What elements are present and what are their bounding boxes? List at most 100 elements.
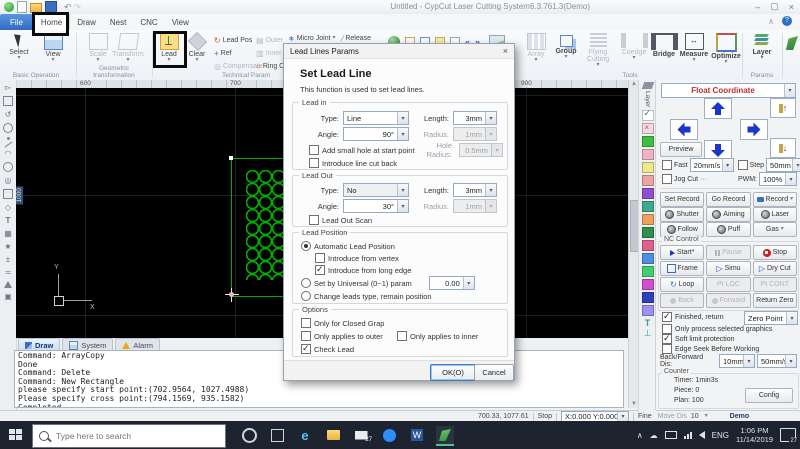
lead-button[interactable]: Lead▾ [156, 32, 182, 63]
fast-speed-combo[interactable]: 20mm/s▾ [690, 158, 734, 172]
jog-cut-checkbox[interactable] [662, 174, 672, 184]
step-combo[interactable]: 50mm▾ [766, 158, 800, 172]
open-folder-icon[interactable] [30, 3, 42, 13]
line-tool-icon[interactable] [4, 142, 12, 148]
pwm-combo[interactable]: 100%▾ [759, 172, 797, 186]
release-button[interactable]: ∕Release [342, 33, 371, 43]
layer-delete-checkbox[interactable]: × [642, 123, 654, 134]
z-down-button[interactable]: ↓ [770, 138, 796, 158]
tab-draw[interactable]: Draw [70, 14, 103, 30]
layer-color-swatch[interactable] [642, 136, 654, 147]
onedrive-icon[interactable]: ☁ [650, 431, 658, 440]
point-tool-icon[interactable] [7, 137, 10, 140]
universal-param-combo[interactable]: 0.00▾ [429, 276, 475, 290]
cortana-icon[interactable] [240, 426, 258, 444]
status-fine[interactable]: Fine [638, 413, 652, 420]
lead-in-type-combo[interactable]: Line▾ [343, 111, 409, 125]
flying-cutting-button[interactable]: Flying Cutting▾ [580, 32, 616, 68]
ok-button[interactable]: OK(O) [430, 364, 476, 381]
zoom-app-icon[interactable] [380, 426, 398, 444]
cypcut-taskbar-icon[interactable] [436, 426, 454, 446]
collapse-ribbon-icon[interactable]: ∧ [768, 17, 774, 26]
array-button[interactable]: Array▾ [520, 32, 552, 63]
record-button[interactable]: Record▾ [753, 192, 797, 207]
soft-limit-option[interactable]: Soft limit protection [662, 334, 735, 344]
z-up-button[interactable]: ↑ [770, 98, 796, 118]
file-explorer-icon[interactable] [324, 426, 342, 444]
universal-param-radio[interactable] [301, 278, 311, 288]
layer-button[interactable]: Layer▾ [746, 32, 778, 61]
line-cutback-checkbox[interactable] [309, 158, 319, 168]
step-checkbox[interactable] [738, 160, 748, 170]
outer-button[interactable]: ▤Outer [256, 35, 283, 45]
soft-limit-checkbox[interactable] [662, 334, 672, 344]
preview-button[interactable]: Preview [660, 142, 702, 157]
pt-cont-button[interactable]: Pt CONT [753, 277, 797, 292]
tab-cnc[interactable]: CNC [133, 14, 164, 30]
shutter-button[interactable]: Shutter [660, 207, 704, 222]
edge-seek-checkbox[interactable] [662, 344, 672, 354]
only-selected-option[interactable]: Only process selected graphics [662, 324, 772, 334]
lead-in-angle-combo[interactable]: 90°▾ [343, 127, 409, 141]
simu-button[interactable]: ▷Simu [706, 261, 750, 276]
transform-button[interactable]: Transform▾ [108, 32, 148, 63]
layer-color-swatch[interactable] [642, 149, 654, 160]
layer-color-swatch[interactable] [642, 253, 654, 264]
restore-button[interactable]: ▢ [770, 1, 779, 12]
arc-tool-icon[interactable]: ◠ [4, 149, 13, 158]
applies-inner-checkbox[interactable] [397, 331, 407, 341]
minimize-button[interactable]: – [755, 2, 760, 12]
set-record-button[interactable]: Set Record [660, 192, 704, 207]
dry-cut-button[interactable]: ▷Dry Cut [753, 261, 797, 276]
grid-tool-icon[interactable]: ▦ [4, 229, 13, 238]
layer-color-swatch[interactable] [642, 214, 654, 225]
finished-return-combo[interactable]: Zero Point▾ [744, 311, 798, 325]
from-vertex-checkbox[interactable] [315, 253, 325, 263]
view-button[interactable]: View▾ [37, 32, 69, 63]
layer-color-swatch[interactable] [642, 305, 654, 316]
bridge-button[interactable]: Bridge [648, 32, 680, 58]
word-icon[interactable]: W [408, 426, 426, 444]
jog-left-button[interactable] [670, 119, 698, 140]
aiming-button[interactable]: Aiming [706, 207, 750, 222]
undo-icon[interactable]: ↶ [64, 2, 72, 13]
close-button[interactable]: × [789, 2, 794, 12]
rect-tool-icon[interactable] [3, 189, 13, 199]
jog-right-button[interactable] [740, 119, 768, 140]
taskbar-search[interactable] [32, 424, 226, 448]
optimize-button[interactable]: Optimize▾ [710, 32, 742, 65]
new-file-icon[interactable] [17, 1, 27, 13]
from-long-edge-checkbox[interactable] [315, 265, 325, 275]
layer-color-swatch[interactable] [642, 227, 654, 238]
change-leads-radio[interactable] [301, 291, 311, 301]
edge-seek-option[interactable]: Edge Seek Before Working [662, 344, 759, 354]
micro-joint-button[interactable]: ∗Micro Joint ▾ [288, 33, 336, 43]
ref-button[interactable]: +Ref [214, 48, 232, 58]
applies-outer-checkbox[interactable] [301, 331, 311, 341]
network-icon[interactable] [684, 432, 692, 439]
layer-color-swatch[interactable] [642, 175, 654, 186]
auto-lead-radio[interactable] [301, 241, 311, 251]
layer-color-swatch[interactable] [642, 279, 654, 290]
tab-view[interactable]: View [165, 14, 196, 30]
pause-button[interactable]: Pause [706, 245, 750, 260]
lead-out-type-combo[interactable]: No▾ [343, 183, 409, 197]
lead-out-length-combo[interactable]: 3mm▾ [453, 183, 497, 197]
follow-button[interactable]: Follow [660, 222, 704, 237]
star-tool-icon[interactable]: ★ [4, 242, 13, 251]
puff-button[interactable]: Puff [706, 222, 750, 237]
clear-button[interactable]: Clear▾ [184, 32, 210, 63]
finished-return-option[interactable]: Finished, return [662, 312, 724, 322]
search-input[interactable] [54, 430, 198, 442]
tab-home[interactable]: Home [33, 14, 70, 31]
layer-visible-checkbox[interactable]: ✓ [642, 110, 654, 121]
tray-expand-icon[interactable]: ∧ [637, 431, 643, 440]
eraser-icon[interactable] [641, 82, 654, 89]
lead-out-scan-checkbox[interactable] [309, 215, 319, 225]
measure-button[interactable]: ↔ Measure▾ [678, 32, 710, 63]
text-marker-tool-icon[interactable]: T [645, 318, 651, 328]
back-button[interactable]: Back [660, 293, 704, 308]
forward-button[interactable]: Forward [706, 293, 750, 308]
ellipse-tool-icon[interactable]: ◎ [4, 176, 13, 185]
speaker-icon[interactable] [699, 431, 705, 439]
